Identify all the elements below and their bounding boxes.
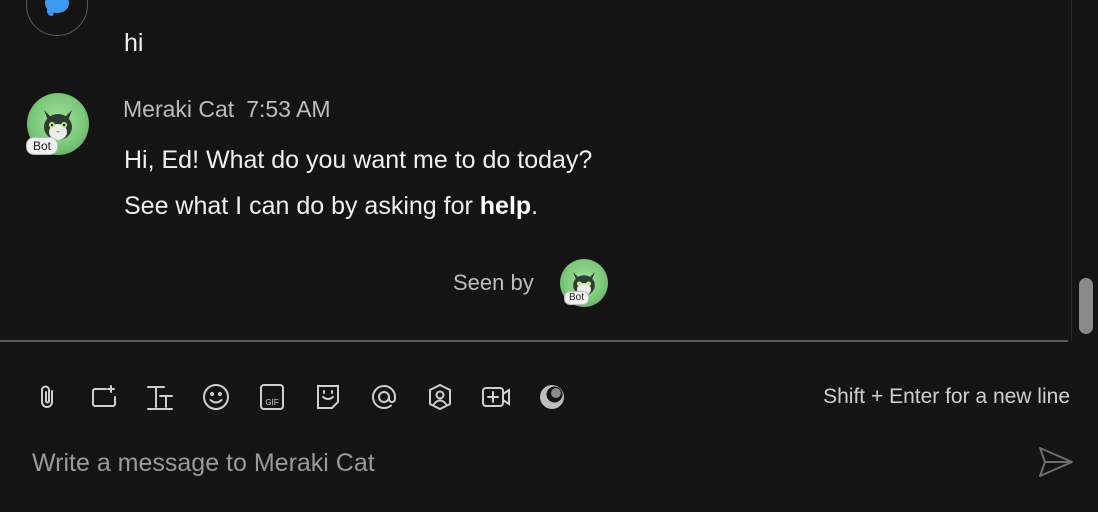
- sender-name[interactable]: Meraki Cat: [123, 96, 234, 122]
- mention-icon: [372, 385, 396, 409]
- new-line-hint: Shift + Enter for a new line: [823, 385, 1070, 408]
- sticker-button[interactable]: [313, 381, 369, 413]
- seen-by-label: Seen by: [453, 270, 534, 295]
- previous-message-text: hi: [124, 29, 144, 57]
- sticker-icon: [317, 385, 339, 409]
- emoji-button[interactable]: [201, 381, 257, 413]
- contact-icon: [429, 383, 451, 411]
- scrollbar-thumb[interactable]: [1079, 278, 1093, 334]
- ai-assistant-button[interactable]: [537, 381, 593, 413]
- send-button[interactable]: [1037, 444, 1075, 480]
- message-line-1: Hi, Ed! What do you want me to do today?: [124, 146, 593, 174]
- chat-bubble-icon: [45, 0, 69, 13]
- seen-by-badge: Bot: [564, 291, 590, 305]
- svg-text:GIF: GIF: [265, 398, 278, 407]
- video-icon: [482, 387, 510, 407]
- message-line-2: See what I can do by asking for help.: [124, 192, 538, 221]
- attach-icon: [41, 385, 53, 408]
- gif-icon: GIF: [260, 384, 284, 410]
- composer-divider: [0, 340, 1068, 342]
- help-keyword: help: [479, 192, 532, 220]
- scrollbar-track[interactable]: [1071, 0, 1098, 340]
- format-text-icon: [147, 386, 173, 410]
- user-avatar[interactable]: [26, 0, 88, 36]
- contact-button[interactable]: [425, 381, 481, 413]
- ai-assistant-icon: [540, 385, 564, 409]
- gif-button[interactable]: GIF: [257, 381, 313, 413]
- mention-button[interactable]: [369, 381, 425, 413]
- message-timestamp: 7:53 AM: [246, 96, 331, 122]
- emoji-icon: [203, 384, 229, 410]
- message-input[interactable]: [30, 440, 1014, 486]
- format-text-button[interactable]: [145, 381, 201, 413]
- composer-toolbar: GIF: [33, 381, 593, 413]
- video-button[interactable]: [481, 381, 537, 413]
- attach-button[interactable]: [33, 381, 89, 413]
- bot-badge: Bot: [26, 137, 59, 155]
- message-line-2-suffix: .: [531, 192, 539, 220]
- message-line-2-prefix: See what I can do by asking for: [124, 192, 480, 220]
- screenshot-button[interactable]: [89, 381, 145, 413]
- message-header: Meraki Cat 7:53 AM: [123, 96, 331, 123]
- send-icon: [1039, 447, 1073, 477]
- seen-by-avatar[interactable]: Bot: [560, 259, 608, 307]
- screenshot-icon: [92, 385, 116, 407]
- chat-window: hi Bot Meraki Cat 7:53 AM Hi, Ed! What do…: [0, 0, 1098, 512]
- bot-avatar[interactable]: Bot: [26, 93, 89, 155]
